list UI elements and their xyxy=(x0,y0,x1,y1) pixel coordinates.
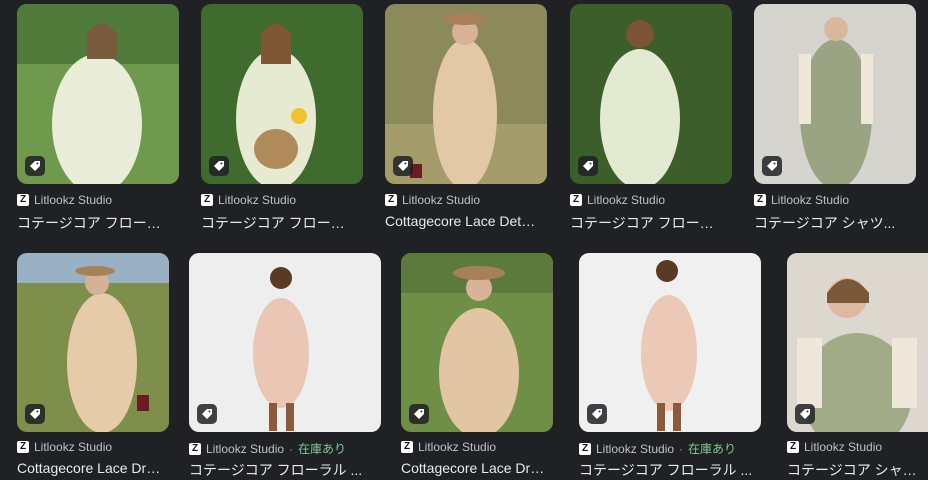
result-title[interactable]: コテージコア シャツ... xyxy=(787,460,924,480)
result-thumbnail[interactable] xyxy=(201,4,363,184)
result-title[interactable]: Cottagecore Lace Dress... xyxy=(401,460,551,476)
result-title[interactable]: コテージコア フローラル... xyxy=(570,213,725,233)
result-source[interactable]: Z Litlookz Studio · 在庫あり xyxy=(189,440,346,457)
result-source[interactable]: Z Litlookz Studio xyxy=(17,440,112,454)
result-source[interactable]: Z Litlookz Studio xyxy=(385,193,480,207)
source-favicon: Z xyxy=(579,442,591,455)
result-title[interactable]: コテージコア フローラル ... xyxy=(189,460,377,480)
result-thumbnail[interactable] xyxy=(401,253,553,432)
source-name: Litlookz Studio xyxy=(587,193,666,207)
price-tag-icon xyxy=(795,404,815,424)
source-favicon: Z xyxy=(17,441,29,453)
price-tag-icon xyxy=(587,404,607,424)
source-favicon: Z xyxy=(385,194,397,206)
result-source[interactable]: Z Litlookz Studio · 在庫あり xyxy=(579,440,736,457)
separator-dot: · xyxy=(679,441,684,456)
result-thumbnail[interactable] xyxy=(570,4,732,184)
result-title[interactable]: Cottagecore Lace Detail... xyxy=(385,213,540,229)
source-name: Litlookz Studio xyxy=(804,440,883,454)
price-tag-icon xyxy=(409,404,429,424)
result-source[interactable]: Z Litlookz Studio xyxy=(570,193,665,207)
source-favicon: Z xyxy=(401,441,413,453)
source-favicon: Z xyxy=(189,442,201,455)
source-favicon: Z xyxy=(787,441,799,453)
source-name: Litlookz Studio xyxy=(596,441,675,456)
result-thumbnail[interactable] xyxy=(17,253,169,432)
source-favicon: Z xyxy=(201,194,213,206)
source-favicon: Z xyxy=(570,194,582,206)
result-title[interactable]: コテージコア フローラル ... xyxy=(579,460,759,480)
source-favicon: Z xyxy=(754,194,766,206)
price-tag-icon xyxy=(209,156,229,176)
result-source[interactable]: Z Litlookz Studio xyxy=(754,193,849,207)
source-name: Litlookz Studio xyxy=(34,440,113,454)
price-tag-icon xyxy=(197,404,217,424)
result-title[interactable]: コテージコア シャツ... xyxy=(754,213,914,233)
price-tag-icon xyxy=(762,156,782,176)
price-tag-icon xyxy=(25,404,45,424)
in-stock-label: 在庫あり xyxy=(688,442,737,456)
result-thumbnail[interactable] xyxy=(385,4,547,184)
source-name: Litlookz Studio xyxy=(771,193,850,207)
result-source[interactable]: Z Litlookz Studio xyxy=(787,440,882,454)
source-name: Litlookz Studio xyxy=(206,441,285,456)
result-thumbnail[interactable] xyxy=(189,253,381,432)
source-name: Litlookz Studio xyxy=(418,440,497,454)
result-source[interactable]: Z Litlookz Studio xyxy=(401,440,496,454)
source-favicon: Z xyxy=(17,194,29,206)
source-name: Litlookz Studio xyxy=(218,193,297,207)
result-title[interactable]: コテージコア フローラル... xyxy=(17,213,172,233)
source-name: Litlookz Studio xyxy=(34,193,113,207)
source-name: Litlookz Studio xyxy=(402,193,481,207)
result-source[interactable]: Z Litlookz Studio xyxy=(17,193,112,207)
result-source[interactable]: Z Litlookz Studio xyxy=(201,193,296,207)
result-thumbnail[interactable] xyxy=(754,4,916,184)
result-thumbnail[interactable] xyxy=(579,253,761,432)
result-thumbnail[interactable] xyxy=(787,253,928,432)
result-title[interactable]: コテージコア フローラル... xyxy=(201,213,356,233)
separator-dot: · xyxy=(289,441,294,456)
price-tag-icon xyxy=(393,156,413,176)
result-title[interactable]: Cottagecore Lace Dress... xyxy=(17,460,167,476)
in-stock-label: 在庫あり xyxy=(298,442,347,456)
price-tag-icon xyxy=(578,156,598,176)
result-thumbnail[interactable] xyxy=(17,4,179,184)
price-tag-icon xyxy=(25,156,45,176)
